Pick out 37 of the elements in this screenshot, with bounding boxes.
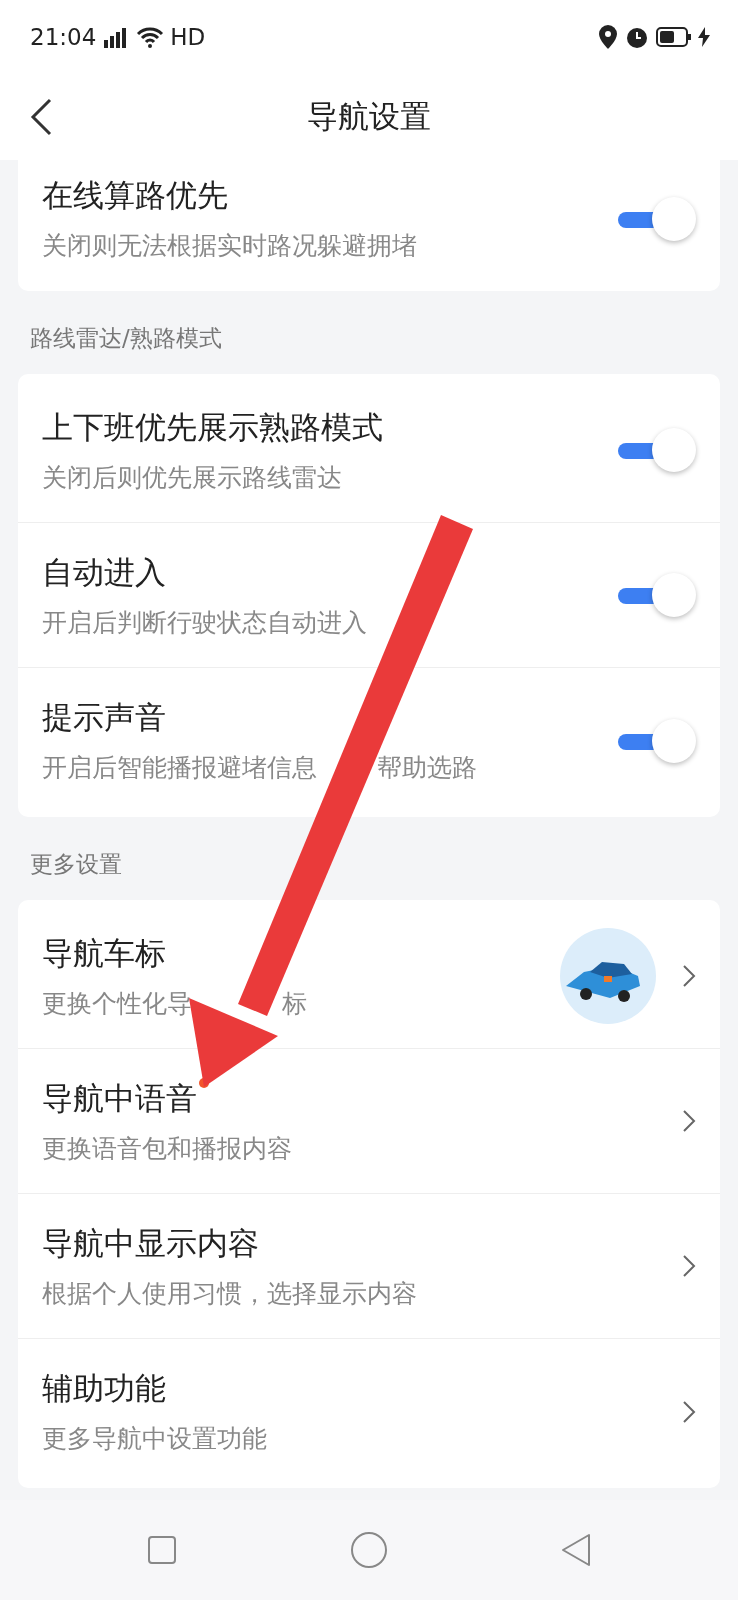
section-label: 更多设置 [29,850,123,879]
page-title: 导航设置 [307,97,431,136]
setting-title: 辅助功能 [42,1369,166,1408]
setting-description: 帮助选路 [377,752,477,784]
setting-description: 更多导航中设置功能 [42,1423,267,1455]
wifi-icon [136,26,165,48]
home-circle-icon[interactable] [350,1531,388,1569]
chevron-right-icon [682,1254,696,1278]
chevron-right-icon [682,1109,696,1133]
network-label: HD [170,24,206,50]
chevron-right-icon [682,1399,696,1424]
setting-title: 提示声音 [42,698,166,737]
setting-description: 标 [282,987,307,1020]
toggle-switch[interactable] [618,571,696,619]
setting-title: 自动进入 [42,552,166,592]
charging-icon [698,27,710,47]
back-triangle-icon[interactable] [561,1533,592,1567]
battery-icon [656,26,692,48]
setting-description: 关闭后则优先展示路线雷达 [42,461,342,494]
square-icon[interactable] [146,1535,177,1565]
setting-description: 更换个性化导 [42,987,192,1020]
setting-description: 开启后智能播报避堵信息 [42,752,317,784]
back-icon[interactable] [30,98,52,136]
location-icon [598,24,618,50]
setting-title: 导航中显示内容 [42,1223,259,1263]
setting-description: 开启后判断行驶状态自动进入 [42,606,367,639]
chevron-right-icon [682,964,696,988]
setting-title: 上下班优先展示熟路模式 [42,407,383,447]
section-label: 路线雷达/熟路模式 [29,324,223,353]
status-time: 21:04 [30,24,97,50]
setting-title: 在线算路优先 [42,176,228,215]
setting-description: 更换语音包和播报内容 [42,1132,292,1165]
setting-description: 根据个人使用习惯，选择显示内容 [42,1277,417,1310]
setting-description: 关闭则无法根据实时路况躲避拥堵 [42,230,417,262]
toggle-switch[interactable] [618,426,696,474]
car-icon [560,928,656,1024]
setting-title: 导航车标 [42,933,166,973]
